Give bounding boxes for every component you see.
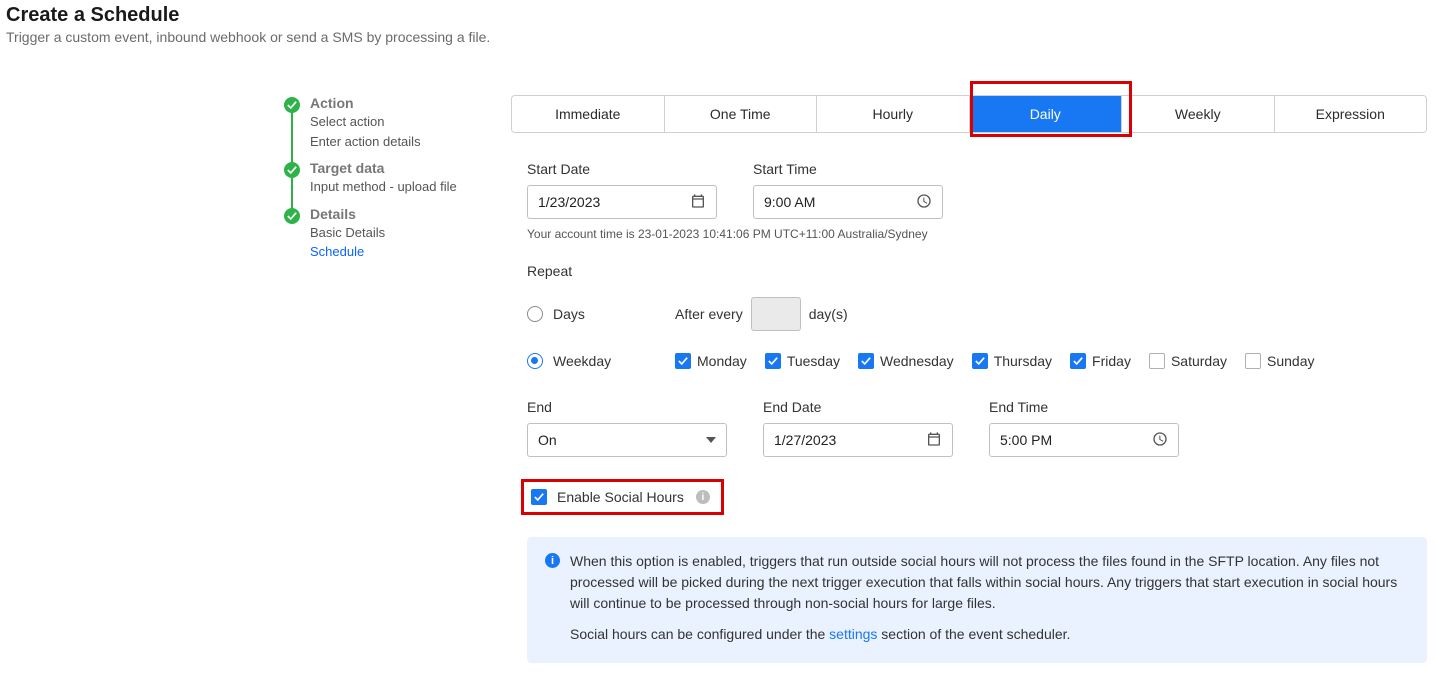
weekday-label: Tuesday [787, 353, 840, 369]
weekday-thursday[interactable]: Thursday [972, 353, 1052, 369]
radio-weekday-label: Weekday [553, 353, 611, 369]
step-title: Action [310, 95, 421, 111]
calendar-icon [690, 193, 706, 212]
repeat-label: Repeat [527, 263, 1427, 279]
info-box: i When this option is enabled, triggers … [527, 537, 1427, 663]
step-detail: Input method - upload file [310, 178, 457, 196]
start-date-label: Start Date [527, 161, 717, 177]
page-subtitle: Trigger a custom event, inbound webhook … [6, 29, 1441, 45]
start-time-label: Start Time [753, 161, 943, 177]
settings-link[interactable]: settings [829, 626, 877, 642]
radio-days[interactable] [527, 306, 543, 322]
step-title: Details [310, 206, 385, 222]
weekday-label: Wednesday [880, 353, 954, 369]
step: Details Basic DetailsSchedule [284, 206, 511, 261]
checkbox[interactable] [765, 353, 781, 369]
tab-immediate[interactable]: Immediate [512, 96, 665, 132]
days-suffix: day(s) [809, 306, 848, 322]
step-detail: Select action [310, 113, 421, 131]
days-count-input[interactable] [751, 297, 801, 331]
info-icon[interactable]: i [696, 490, 710, 504]
tabs: ImmediateOne TimeHourlyDailyWeeklyExpres… [511, 95, 1427, 133]
tab-daily[interactable]: Daily [970, 96, 1123, 132]
end-date-input[interactable] [763, 423, 953, 457]
tab-one-time[interactable]: One Time [665, 96, 818, 132]
step-title: Target data [310, 160, 457, 176]
weekday-checks: Monday Tuesday Wednesday Thursday Friday Satu… [675, 353, 1314, 369]
end-select[interactable]: On [527, 423, 727, 457]
end-time-label: End Time [989, 399, 1179, 415]
step-detail: Basic Details [310, 224, 385, 242]
start-date-value[interactable] [538, 194, 690, 210]
checkbox[interactable] [1149, 353, 1165, 369]
step-detail: Schedule [310, 243, 385, 261]
start-time-input[interactable] [753, 185, 943, 219]
clock-icon [1152, 431, 1168, 450]
chevron-down-icon [706, 432, 716, 448]
weekday-wednesday[interactable]: Wednesday [858, 353, 954, 369]
check-icon [284, 208, 300, 224]
page-title: Create a Schedule [6, 4, 1441, 27]
weekday-friday[interactable]: Friday [1070, 353, 1131, 369]
weekday-saturday[interactable]: Saturday [1149, 353, 1227, 369]
checkbox[interactable] [675, 353, 691, 369]
checkbox[interactable] [972, 353, 988, 369]
tab-expression[interactable]: Expression [1275, 96, 1427, 132]
weekday-tuesday[interactable]: Tuesday [765, 353, 840, 369]
radio-weekday[interactable] [527, 353, 543, 369]
info-icon: i [545, 553, 560, 568]
end-time-input[interactable] [989, 423, 1179, 457]
tab-weekly[interactable]: Weekly [1122, 96, 1275, 132]
checkbox[interactable] [1245, 353, 1261, 369]
weekday-label: Thursday [994, 353, 1052, 369]
radio-days-label: Days [553, 306, 585, 322]
end-select-value: On [538, 432, 557, 448]
step: Target data Input method - upload file [284, 160, 511, 206]
info-text: Social hours can be configured under the [570, 626, 829, 642]
weekday-label: Friday [1092, 353, 1131, 369]
weekday-sunday[interactable]: Sunday [1245, 353, 1314, 369]
start-date-input[interactable] [527, 185, 717, 219]
enable-social-hours-checkbox[interactable] [531, 489, 547, 505]
checkbox[interactable] [1070, 353, 1086, 369]
stepper: Action Select action Enter action details T… [6, 95, 511, 663]
end-date-label: End Date [763, 399, 953, 415]
step: Action Select action Enter action details [284, 95, 511, 160]
info-text: section of the event scheduler. [877, 626, 1070, 642]
tab-hourly[interactable]: Hourly [817, 96, 970, 132]
end-date-value[interactable] [774, 432, 926, 448]
calendar-icon [926, 431, 942, 450]
end-label: End [527, 399, 727, 415]
weekday-label: Monday [697, 353, 747, 369]
after-every-text: After every [675, 306, 743, 322]
clock-icon [916, 193, 932, 212]
weekday-monday[interactable]: Monday [675, 353, 747, 369]
info-paragraph-1: When this option is enabled, triggers th… [570, 551, 1409, 614]
info-paragraph-2: Social hours can be configured under the… [570, 624, 1409, 645]
enable-social-hours-label: Enable Social Hours [557, 489, 684, 505]
weekday-label: Saturday [1171, 353, 1227, 369]
weekday-label: Sunday [1267, 353, 1314, 369]
start-time-value[interactable] [764, 194, 916, 210]
checkbox[interactable] [858, 353, 874, 369]
end-time-value[interactable] [1000, 432, 1152, 448]
account-time-text: Your account time is 23-01-2023 10:41:06… [527, 227, 1427, 241]
step-detail: Enter action details [310, 133, 421, 151]
